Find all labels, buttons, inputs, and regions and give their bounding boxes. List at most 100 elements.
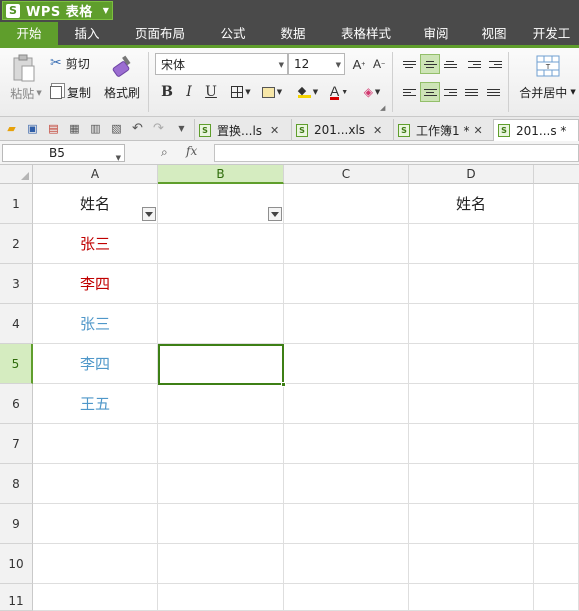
insert-function-button[interactable]: fx (186, 144, 197, 158)
row-header[interactable]: 2 (0, 224, 33, 264)
column-header-a[interactable]: A (33, 165, 158, 184)
align-middle-icon[interactable] (420, 54, 440, 74)
cell-b4[interactable] (158, 304, 284, 344)
row-header[interactable]: 8 (0, 464, 33, 504)
name-box[interactable]: B5 ▼ (2, 144, 125, 162)
font-color-button[interactable]: A ▼ (325, 82, 353, 102)
bold-button[interactable]: B (157, 82, 177, 102)
justify-icon[interactable] (461, 82, 481, 102)
increase-indent-icon[interactable] (485, 54, 505, 74)
align-left-icon[interactable] (399, 82, 419, 102)
wps-app-menu-button[interactable]: S WPS 表格 ▼ (2, 1, 113, 20)
decrease-indent-icon[interactable] (464, 54, 484, 74)
redo-icon[interactable]: ↷ (151, 121, 166, 136)
cell-a7[interactable] (33, 424, 158, 464)
cell-a1[interactable]: 姓名 (33, 184, 158, 224)
font-dialog-launcher-icon[interactable]: ◢ (380, 104, 385, 112)
save-icon[interactable]: ▣ (25, 121, 40, 136)
open-folder-icon[interactable]: ▰ (4, 121, 19, 136)
merge-center-button[interactable]: 合并居中 ▼ (516, 83, 579, 101)
merge-center-icon[interactable]: T (535, 54, 561, 78)
cell-b11[interactable] (158, 584, 284, 611)
format-painter-icon[interactable] (106, 52, 138, 82)
close-icon[interactable]: ✕ (373, 124, 382, 137)
cell-e9[interactable] (534, 504, 579, 544)
cell-a5[interactable]: 李四 (33, 344, 158, 384)
cell-b2[interactable] (158, 224, 284, 264)
document-tab[interactable]: S 工作簿1 * ✕ (393, 119, 493, 141)
row-header[interactable]: 9 (0, 504, 33, 544)
cell-e8[interactable] (534, 464, 579, 504)
close-icon[interactable]: ✕ (473, 124, 482, 137)
cell-e10[interactable] (534, 544, 579, 584)
cell-c2[interactable] (284, 224, 409, 264)
cell-c5[interactable] (284, 344, 409, 384)
cell-d3[interactable] (409, 264, 534, 304)
cell-d10[interactable] (409, 544, 534, 584)
cell-a9[interactable] (33, 504, 158, 544)
row-header[interactable]: 1 (0, 184, 33, 224)
italic-button[interactable]: I (179, 82, 199, 102)
menu-page-layout[interactable]: 页面布局 (116, 22, 204, 45)
clear-format-button[interactable]: ◈ ▼ (358, 82, 386, 102)
cell-style-button[interactable]: ▼ (258, 82, 286, 102)
select-all-corner[interactable] (0, 165, 33, 184)
document-tab[interactable]: S 201...xls ✕ (291, 119, 391, 141)
cell-a2[interactable]: 张三 (33, 224, 158, 264)
row-header[interactable]: 10 (0, 544, 33, 584)
cell-a8[interactable] (33, 464, 158, 504)
copy-button[interactable]: 复制 (50, 83, 98, 101)
find-icon[interactable]: ▧ (109, 121, 124, 136)
cell-e4[interactable] (534, 304, 579, 344)
distributed-align-icon[interactable] (483, 82, 503, 102)
cell-c8[interactable] (284, 464, 409, 504)
cell-b10[interactable] (158, 544, 284, 584)
column-header-e[interactable] (534, 165, 579, 184)
cell-d11[interactable] (409, 584, 534, 611)
print-preview-icon[interactable]: ▥ (88, 121, 103, 136)
row-header[interactable]: 7 (0, 424, 33, 464)
menu-data[interactable]: 数据 (262, 22, 324, 45)
row-header[interactable]: 4 (0, 304, 33, 344)
menu-developer[interactable]: 开发工 (524, 22, 579, 45)
cell-c1[interactable] (284, 184, 409, 224)
cell-a3[interactable]: 李四 (33, 264, 158, 304)
cell-a6[interactable]: 王五 (33, 384, 158, 424)
cell-d1[interactable]: 姓名 (409, 184, 534, 224)
filter-dropdown-icon[interactable] (268, 207, 282, 221)
menu-insert[interactable]: 插入 (58, 22, 116, 45)
cell-d9[interactable] (409, 504, 534, 544)
cell-d8[interactable] (409, 464, 534, 504)
filter-dropdown-icon[interactable] (142, 207, 156, 221)
font-name-select[interactable]: 宋体 ▼ (155, 53, 288, 75)
cut-button[interactable]: ✂ 剪切 (50, 54, 98, 72)
cell-c11[interactable] (284, 584, 409, 611)
document-tab[interactable]: S 置换...ls ✕ (194, 119, 290, 141)
decrease-font-size-icon[interactable]: A − (369, 54, 389, 74)
cell-b7[interactable] (158, 424, 284, 464)
close-icon[interactable]: ✕ (270, 124, 279, 137)
menu-formulas[interactable]: 公式 (204, 22, 262, 45)
export-pdf-icon[interactable]: ▤ (46, 121, 61, 136)
cell-d2[interactable] (409, 224, 534, 264)
menu-home[interactable]: 开始 (0, 22, 58, 45)
cell-c4[interactable] (284, 304, 409, 344)
fill-handle[interactable] (281, 382, 286, 387)
column-header-c[interactable]: C (284, 165, 409, 184)
cell-e7[interactable] (534, 424, 579, 464)
align-center-icon[interactable] (420, 82, 440, 102)
row-header[interactable]: 3 (0, 264, 33, 304)
column-header-d[interactable]: D (409, 165, 534, 184)
customize-toolbar-icon[interactable]: ▼ (174, 121, 189, 136)
cell-e2[interactable] (534, 224, 579, 264)
menu-table-style[interactable]: 表格样式 (324, 22, 408, 45)
align-right-icon[interactable] (440, 82, 460, 102)
document-tab-active[interactable]: S 201...s * (493, 119, 579, 141)
cell-d4[interactable] (409, 304, 534, 344)
cell-e1[interactable] (534, 184, 579, 224)
cell-e11[interactable] (534, 584, 579, 611)
cell-c6[interactable] (284, 384, 409, 424)
cell-b8[interactable] (158, 464, 284, 504)
fill-color-button[interactable]: ◆ ▼ (294, 82, 322, 102)
cell-b5[interactable] (158, 344, 284, 384)
